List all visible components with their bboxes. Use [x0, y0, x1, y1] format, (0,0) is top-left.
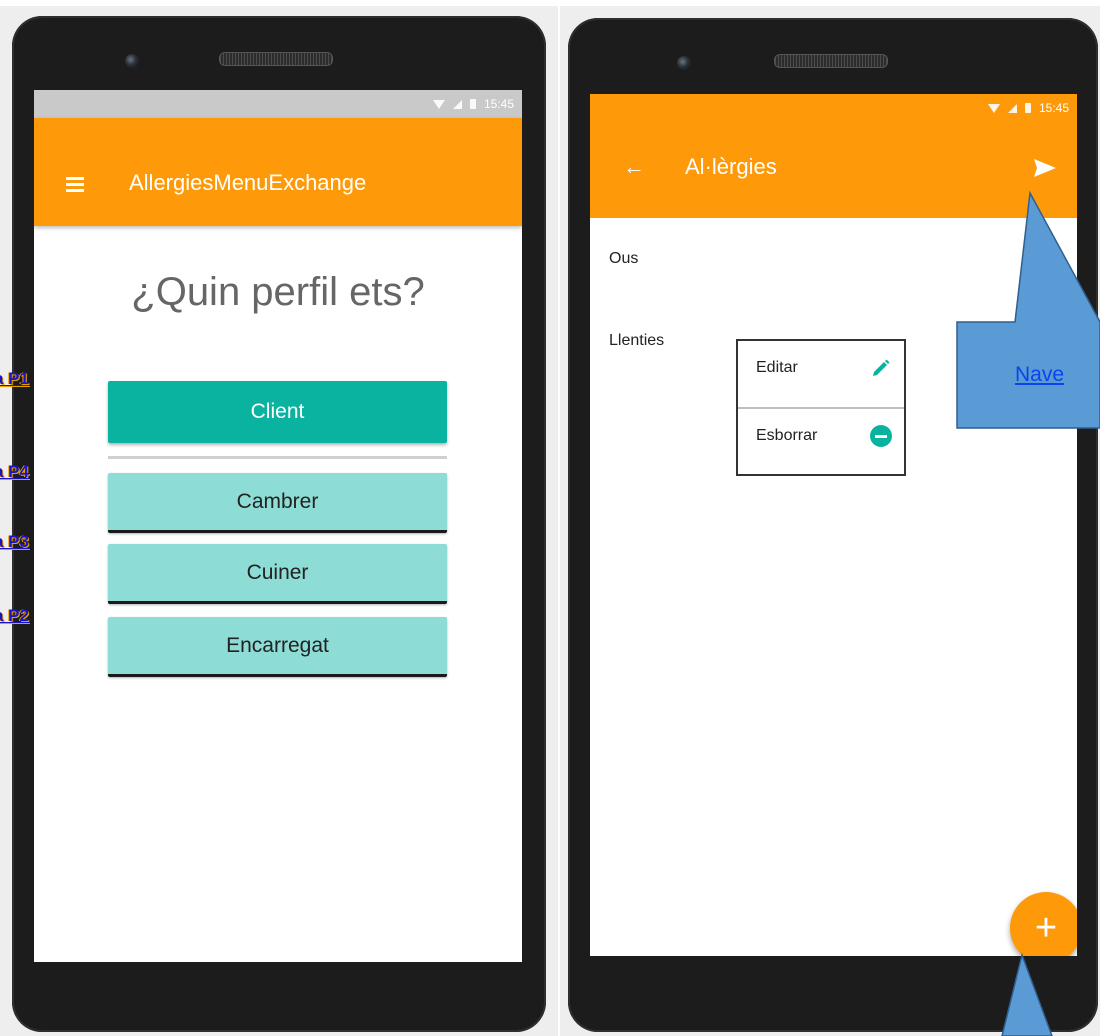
status-time: 15:45 — [1038, 101, 1069, 115]
speaker-grille — [774, 54, 888, 68]
menu-item-edit[interactable]: Editar — [756, 353, 892, 383]
pencil-icon — [873, 359, 890, 376]
app-title: AllergiesMenuExchange — [129, 170, 367, 195]
camera-icon — [125, 54, 139, 68]
link-p1[interactable]: a P1 — [0, 369, 29, 389]
menu-item-delete[interactable]: Esborrar — [756, 421, 892, 451]
screen-allergies: 15:45 ← Al·lèrgies Ous Llenties Editar E… — [590, 94, 1077, 956]
context-menu: Editar Esborrar — [736, 339, 906, 476]
menu-divider — [738, 407, 904, 409]
encarregat-button[interactable]: Encarregat — [108, 617, 447, 677]
battery-icon — [469, 99, 476, 109]
menu-item-label: Editar — [756, 359, 798, 376]
link-p2[interactable]: a P2 — [0, 606, 29, 626]
callout-link[interactable]: Nave — [1015, 363, 1064, 387]
wifi-icon — [987, 103, 1000, 113]
list-item[interactable]: Llenties — [609, 332, 664, 350]
profile-question: ¿Quin perfil ets? — [131, 270, 425, 314]
status-time: 15:45 — [483, 97, 514, 111]
list-item[interactable]: Ous — [609, 250, 638, 268]
cambrer-button[interactable]: Cambrer — [108, 473, 447, 533]
add-fab-button[interactable]: + — [1010, 892, 1077, 956]
phone-frame-right: 15:45 ← Al·lèrgies Ous Llenties Editar E… — [568, 18, 1098, 1032]
divider — [108, 456, 447, 459]
client-button[interactable]: Client — [108, 381, 447, 443]
app-bar: AllergiesMenuExchange — [34, 118, 522, 226]
phone-frame-left: 15:45 AllergiesMenuExchange ¿Quin perfil… — [12, 16, 546, 1032]
signal-icon — [1007, 103, 1017, 113]
status-bar: 15:45 — [590, 94, 1077, 122]
hamburger-icon[interactable] — [66, 177, 84, 192]
screen-profile-select: 15:45 AllergiesMenuExchange ¿Quin perfil… — [34, 90, 522, 962]
wifi-icon — [432, 99, 445, 109]
cuiner-button[interactable]: Cuiner — [108, 544, 447, 604]
battery-icon — [1024, 103, 1031, 113]
speaker-grille — [219, 52, 333, 66]
send-icon[interactable] — [1033, 158, 1057, 178]
arrow-back-icon[interactable]: ← — [623, 156, 645, 178]
status-bar: 15:45 — [34, 90, 522, 118]
link-p4[interactable]: a P4 — [0, 462, 29, 482]
menu-item-label: Esborrar — [756, 427, 818, 444]
camera-icon — [677, 56, 691, 70]
app-bar: 15:45 ← Al·lèrgies — [590, 94, 1077, 218]
minus-circle-icon — [870, 425, 892, 447]
signal-icon — [452, 99, 462, 109]
link-p3[interactable]: a P3 — [0, 532, 29, 552]
page-title: Al·lèrgies — [685, 154, 777, 179]
